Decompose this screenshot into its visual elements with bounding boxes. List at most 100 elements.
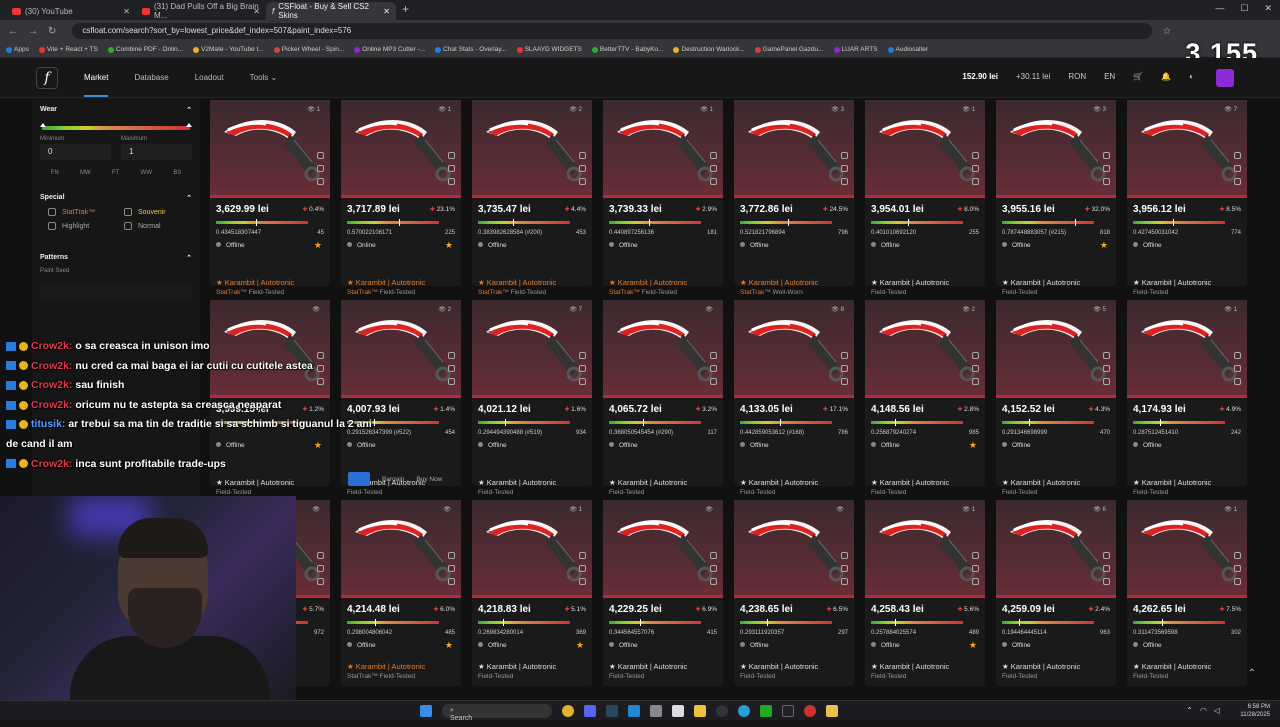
screenshot-icon[interactable]	[448, 365, 455, 372]
screenshot-icon[interactable]	[317, 165, 324, 172]
screenshot-icon[interactable]	[317, 565, 324, 572]
bookmark-item[interactable]: Chat Stats - Overlay...	[435, 46, 507, 53]
browser-tab[interactable]: (31) Dad Pulls Off a Big Brain M... ✕	[136, 2, 266, 20]
listing-title[interactable]: ★ Karambit | Autotronic Field-Tested	[1002, 478, 1080, 496]
bookmark-item[interactable]: Online MP3 Cutter -...	[354, 46, 425, 53]
listing-title[interactable]: ★ Karambit | Autotronic StatTrak™ Field-T…	[347, 662, 425, 680]
listing-image[interactable]: 👁 1	[1127, 500, 1247, 598]
listing-card[interactable]: ★ Karambit | Autotronic Field-Tested 👁 1 4,…	[1127, 278, 1247, 486]
new-tab-button[interactable]: +	[396, 2, 415, 20]
listing-image[interactable]: 👁 1	[472, 500, 592, 598]
listing-card[interactable]: ★ Karambit | Autotronic Field-Tested 👁 1 4,…	[1127, 478, 1247, 686]
wear-preset-bs[interactable]: BS	[173, 170, 181, 176]
listing-title[interactable]: ★ Karambit | Autotronic StatTrak™ Field-T…	[347, 278, 425, 296]
listing-image[interactable]: 👁 3	[734, 100, 854, 198]
listing-image[interactable]: 👁 2	[865, 300, 985, 398]
listing-card[interactable]: ★ Karambit | Autotronic StatTrak™ Field-T…	[472, 278, 592, 486]
chrome-icon[interactable]	[562, 705, 574, 717]
listing-title[interactable]: ★ Karambit | Autotronic Field-Tested	[871, 278, 949, 296]
inspect-icon[interactable]	[448, 552, 455, 559]
steam-icon[interactable]	[606, 705, 618, 717]
screenshot-icon[interactable]	[448, 565, 455, 572]
inspect-icon[interactable]	[579, 352, 586, 359]
zoom-icon[interactable]	[972, 178, 979, 185]
listing-image[interactable]: 👁 2	[472, 100, 592, 198]
patterns-filter-header[interactable]: Patterns ⌃	[40, 254, 192, 262]
listing-card[interactable]: 👁 1 3,739.33 lei 2.9% 0.440897256136 181 Offl…	[603, 100, 723, 286]
listing-card[interactable]: 👁 2 3,735.47 lei 4.4% 0.383982628584 (#200)…	[472, 100, 592, 286]
listing-card[interactable]: ★ Karambit | Autotronic StatTrak™ Field-T…	[603, 278, 723, 486]
wifi-icon[interactable]: ◠	[1200, 706, 1207, 715]
listing-image[interactable]: 👁 7	[472, 300, 592, 398]
nav-database[interactable]: Database	[134, 73, 168, 82]
screenshot-icon[interactable]	[972, 565, 979, 572]
listing-title[interactable]: ★ Karambit | Autotronic Field-Tested	[871, 478, 949, 496]
souvenir-checkbox[interactable]: Souvenir	[124, 208, 192, 216]
bell-icon[interactable]: 🔔	[1161, 72, 1171, 81]
bookmark-item[interactable]: SLAAYD WIDGETS	[516, 46, 582, 53]
listing-image[interactable]: 👁 1	[210, 100, 330, 198]
wear-preset-fn[interactable]: FN	[51, 170, 59, 176]
listing-card[interactable]: 👁 1 3,717.89 lei 23.1% 0.570022106171 225 Onl…	[341, 100, 461, 286]
maximize-icon[interactable]: ☐	[1240, 3, 1248, 14]
obs-icon[interactable]	[716, 705, 728, 717]
listing-card[interactable]: ★ Karambit | Autotronic StatTrak™ Well-Wo…	[734, 278, 854, 486]
zoom-icon[interactable]	[579, 578, 586, 585]
listing-title[interactable]: ★ Karambit | Autotronic StatTrak™ Field-T…	[609, 278, 687, 296]
inspect-icon[interactable]	[1103, 352, 1110, 359]
inspect-icon[interactable]	[710, 152, 717, 159]
slider-min-handle[interactable]	[40, 123, 46, 127]
listing-image[interactable]: 👁 1	[1127, 300, 1247, 398]
listing-title[interactable]: ★ Karambit | Autotronic Field-Tested	[1002, 662, 1080, 680]
screenshot-icon[interactable]	[841, 365, 848, 372]
chevron-up-icon[interactable]: ⌃	[1186, 706, 1193, 715]
url-field[interactable]: csfloat.com/search?sort_by=lowest_price&…	[72, 23, 1153, 39]
inspect-icon[interactable]	[448, 152, 455, 159]
minimize-icon[interactable]: —	[1215, 3, 1224, 14]
inspect-icon[interactable]	[1234, 152, 1241, 159]
special-filter-header[interactable]: Special ⌃	[40, 194, 192, 202]
bookmark-item[interactable]: GamePanel Gazdu...	[754, 46, 824, 53]
listing-card[interactable]: ★ Karambit | Autotronic Field-Tested 👁 4,2…	[341, 478, 461, 686]
listing-image[interactable]: 👁	[603, 500, 723, 598]
zoom-icon[interactable]	[841, 178, 848, 185]
inspect-icon[interactable]	[972, 152, 979, 159]
listing-card[interactable]: ★ Karambit | Autotronic Field-Tested 👁 4,2…	[734, 478, 854, 686]
listing-title[interactable]: ★ Karambit | Autotronic StatTrak™ Field-T…	[216, 278, 294, 296]
bookmark-item[interactable]: V2Mate - YouTube t...	[193, 46, 264, 53]
zoom-icon[interactable]	[972, 378, 979, 385]
bookmark-item[interactable]: LUAR ARTS	[833, 46, 878, 53]
close-tab-icon[interactable]: ✕	[383, 7, 390, 16]
avatar[interactable]	[1216, 69, 1234, 87]
screenshot-icon[interactable]	[1103, 365, 1110, 372]
listing-title[interactable]: ★ Karambit | Autotronic Field-Tested	[1002, 278, 1080, 296]
vscode-icon[interactable]	[628, 705, 640, 717]
listing-card[interactable]: ★ Karambit | Autotronic Field-Tested 👁 5 4,…	[996, 278, 1116, 486]
screenshot-icon[interactable]	[841, 165, 848, 172]
listing-title[interactable]: ★ Karambit | Autotronic StatTrak™ Well-Wo…	[740, 278, 818, 296]
reload-icon[interactable]: ↻	[48, 26, 56, 37]
volume-icon[interactable]: ◁	[1214, 706, 1220, 715]
listing-image[interactable]: 👁	[603, 300, 723, 398]
zoom-icon[interactable]	[972, 578, 979, 585]
listing-card[interactable]: 👁 3 3,955.16 lei 32.0% 0.787448883057 (#215…	[996, 100, 1116, 286]
bookmark-item[interactable]: Apps	[6, 46, 29, 53]
zoom-icon[interactable]	[579, 178, 586, 185]
zoom-icon[interactable]	[1234, 178, 1241, 185]
screenshot-icon[interactable]	[841, 565, 848, 572]
bookmark-item[interactable]: Picker Wheel - Spin...	[273, 46, 344, 53]
zoom-icon[interactable]	[1103, 378, 1110, 385]
inspect-icon[interactable]	[579, 152, 586, 159]
bookmark-star-icon[interactable]: ☆	[1162, 26, 1171, 37]
zoom-icon[interactable]	[841, 578, 848, 585]
screenshot-icon[interactable]	[972, 365, 979, 372]
screenshot-icon[interactable]	[579, 365, 586, 372]
zoom-icon[interactable]	[448, 178, 455, 185]
screenshot-icon[interactable]	[1103, 165, 1110, 172]
screenshot-icon[interactable]	[710, 165, 717, 172]
screenshot-icon[interactable]	[579, 565, 586, 572]
zoom-icon[interactable]	[1234, 378, 1241, 385]
normal-checkbox[interactable]: Normal	[124, 222, 192, 230]
screenshot-icon[interactable]	[1234, 365, 1241, 372]
listing-title[interactable]: ★ Karambit | Autotronic StatTrak™ Field-T…	[478, 278, 556, 296]
